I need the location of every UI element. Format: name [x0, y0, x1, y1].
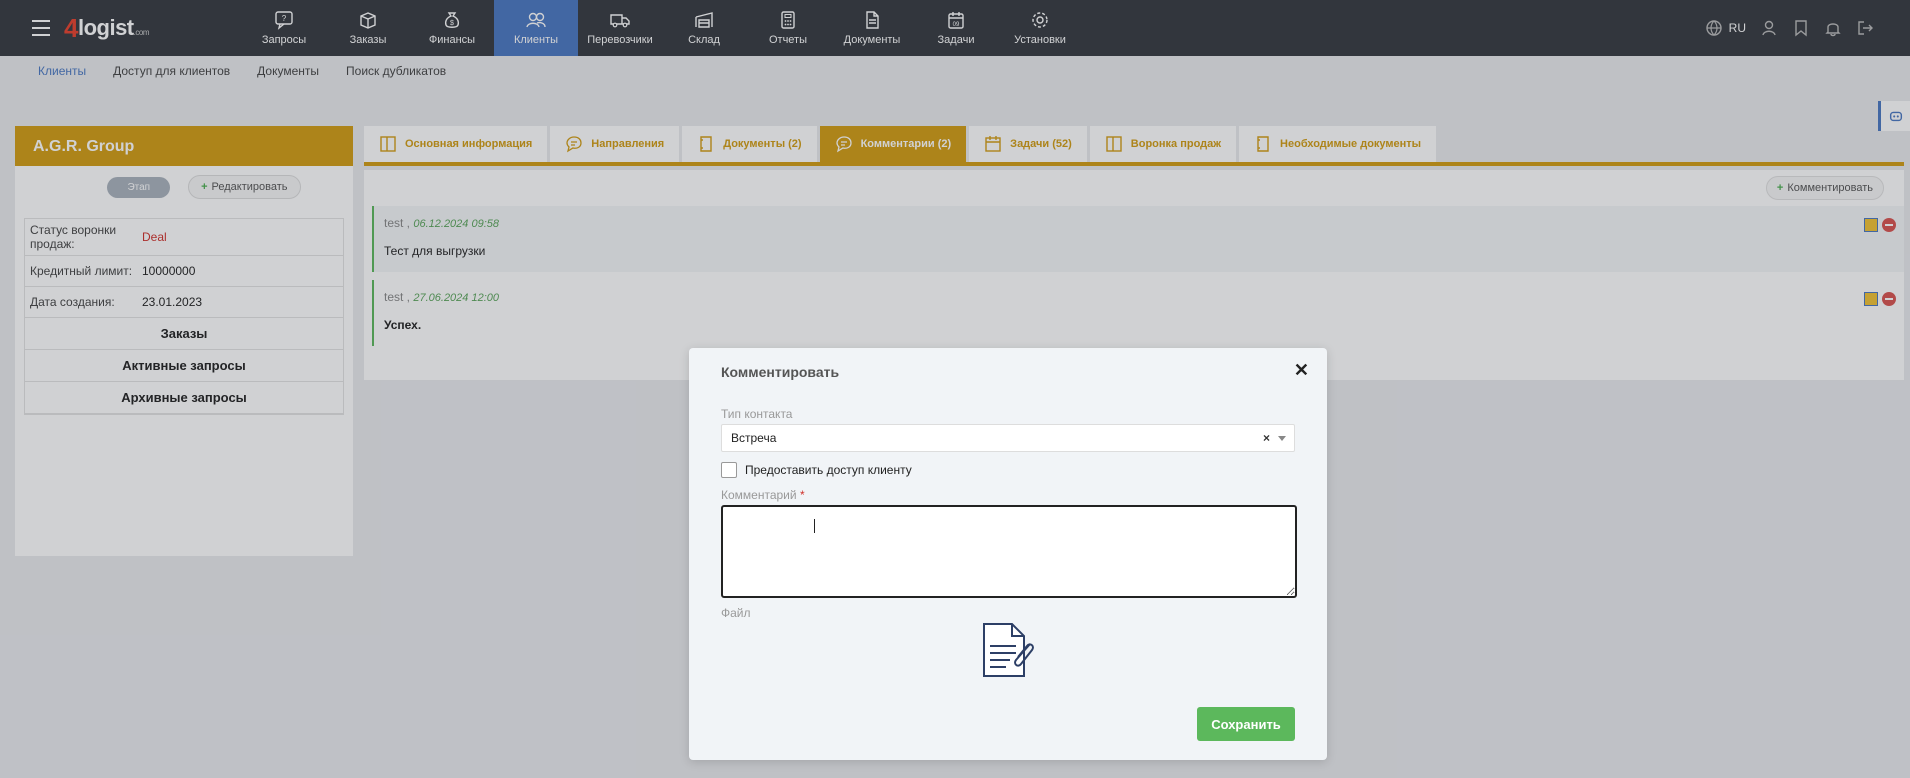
comment-label: Комментарий * — [721, 488, 805, 502]
share-with-client-row: Предоставить доступ клиенту — [721, 462, 912, 478]
attach-file-icon[interactable] — [980, 620, 1036, 680]
chevron-down-icon[interactable] — [1278, 435, 1286, 441]
comment-modal: Комментировать ✕ Тип контакта Встреча × … — [689, 348, 1327, 760]
required-mark: * — [799, 488, 805, 502]
comment-textarea[interactable] — [721, 505, 1297, 598]
text-cursor-icon — [814, 519, 816, 533]
contact-type-select[interactable]: Встреча × — [721, 424, 1295, 452]
share-with-client-checkbox[interactable] — [721, 462, 737, 478]
contact-type-value: Встреча — [731, 431, 777, 445]
close-icon[interactable]: ✕ — [1294, 360, 1309, 381]
share-with-client-label: Предоставить доступ клиенту — [745, 463, 912, 477]
clear-icon[interactable]: × — [1263, 431, 1270, 445]
save-button[interactable]: Сохранить — [1197, 707, 1295, 741]
modal-title: Комментировать — [721, 364, 840, 380]
file-label: Файл — [721, 606, 751, 620]
contact-type-label: Тип контакта — [721, 407, 793, 421]
